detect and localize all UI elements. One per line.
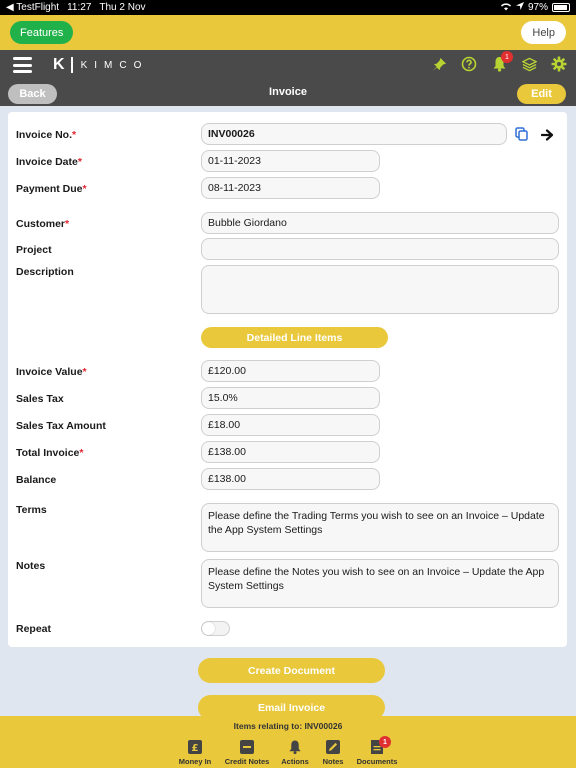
balance-field[interactable]: £138.00 (201, 468, 380, 490)
balance-label: Balance (16, 474, 57, 486)
customer-label-text: Customer (16, 218, 66, 230)
invoice-date-field[interactable]: 01-11-2023 (201, 150, 380, 172)
documents-badge: 1 (379, 736, 391, 748)
document-icon: 1 (369, 736, 391, 755)
items-relating-strip: Items relating to: INV00026 (0, 716, 576, 736)
bell-icon (287, 739, 303, 755)
tab-label: Actions (281, 757, 309, 766)
copy-icon[interactable] (515, 127, 528, 146)
total-invoice-label: Total Invoice* (16, 447, 84, 459)
carrier-label: ◀ TestFlight (6, 2, 60, 13)
tab-actions[interactable]: Actions (278, 739, 312, 766)
payment-due-label-text: Payment Due (16, 183, 83, 195)
required-mark: * (65, 218, 70, 230)
notification-badge: 1 (501, 51, 513, 63)
project-field[interactable] (201, 238, 559, 260)
features-button[interactable]: Features (10, 21, 74, 44)
total-invoice-label-text: Total Invoice (16, 447, 80, 459)
tab-label: Money In (178, 757, 212, 766)
tab-label: Documents (356, 757, 398, 766)
repeat-toggle[interactable] (201, 621, 230, 636)
detailed-line-items-button[interactable]: Detailed Line Items (201, 327, 388, 348)
notes-field[interactable]: Please define the Notes you wish to see … (201, 559, 559, 608)
tab-notes[interactable]: Notes (320, 739, 346, 766)
help-circle-icon[interactable] (460, 55, 478, 73)
invoice-value-label: Invoice Value* (16, 366, 87, 378)
customer-field[interactable]: Bubble Giordano (201, 212, 559, 234)
items-relating-text: Items relating to: INV00026 (233, 721, 343, 731)
invoice-value-label-text: Invoice Value (16, 366, 83, 378)
sales-tax-amount-label: Sales Tax Amount (16, 420, 106, 432)
invoice-date-label-text: Invoice Date (16, 156, 78, 168)
battery-icon (552, 3, 570, 12)
status-date: Thu 2 Nov (99, 2, 146, 13)
payment-due-field[interactable]: 08-11-2023 (201, 177, 380, 199)
kimco-logo: K KIMCO (53, 57, 148, 73)
required-mark: * (77, 156, 82, 168)
terms-field[interactable]: Please define the Trading Terms you wish… (201, 503, 559, 552)
pin-icon[interactable] (430, 55, 448, 73)
bell-icon[interactable]: 1 (490, 51, 513, 73)
invoice-date-label: Invoice Date* (16, 156, 82, 168)
menu-icon[interactable] (13, 57, 32, 73)
total-invoice-field[interactable]: £138.00 (201, 441, 380, 463)
description-label: Description (16, 266, 74, 278)
tab-money-in[interactable]: £ Money In (175, 739, 215, 766)
invoice-no-label-text: Invoice No. (16, 129, 73, 141)
invoice-no-label: Invoice No.* (16, 129, 76, 141)
logo-letter: K (53, 57, 73, 73)
tab-documents[interactable]: 1 Documents (356, 736, 398, 766)
required-mark: * (82, 366, 87, 378)
edit-button[interactable]: Edit (517, 84, 566, 104)
status-time: 11:27 (67, 2, 92, 13)
page-title: Invoice (269, 86, 307, 98)
location-icon (515, 2, 524, 13)
logo-word: KIMCO (80, 59, 149, 71)
required-mark: * (72, 129, 77, 141)
wifi-icon (500, 2, 512, 14)
sales-tax-amount-field[interactable]: £18.00 (201, 414, 380, 436)
invoice-value-field[interactable]: £120.00 (201, 360, 380, 382)
tab-label: Credit Notes (224, 757, 270, 766)
status-bar: ◀ TestFlight 11:27 Thu 2 Nov 97% (0, 0, 576, 15)
credit-note-icon (239, 739, 255, 755)
terms-label: Terms (16, 504, 47, 516)
battery-percent: 97% (527, 2, 548, 13)
project-label: Project (16, 244, 52, 256)
invoice-no-field[interactable]: INV00026 (201, 123, 507, 145)
help-button[interactable]: Help (521, 21, 566, 44)
top-bar (0, 15, 576, 50)
pound-icon: £ (187, 739, 203, 755)
repeat-label: Repeat (16, 623, 52, 635)
sales-tax-label: Sales Tax (16, 393, 64, 405)
sales-tax-field[interactable]: 15.0% (201, 387, 380, 409)
gear-icon[interactable] (550, 55, 568, 73)
nav-icons: 1 (430, 51, 568, 73)
notes-label: Notes (16, 560, 46, 572)
required-mark: * (82, 183, 87, 195)
required-mark: * (79, 447, 84, 459)
tab-label: Notes (322, 757, 344, 766)
layers-icon[interactable] (520, 55, 538, 73)
payment-due-label: Payment Due* (16, 183, 87, 195)
toggle-knob (202, 622, 215, 635)
description-field[interactable] (201, 265, 559, 314)
customer-label: Customer* (16, 218, 69, 230)
tab-credit-notes[interactable]: Credit Notes (223, 739, 271, 766)
pencil-icon (325, 739, 341, 755)
create-document-button[interactable]: Create Document (198, 658, 385, 683)
arrow-right-icon[interactable] (540, 128, 555, 146)
svg-text:£: £ (192, 743, 199, 754)
